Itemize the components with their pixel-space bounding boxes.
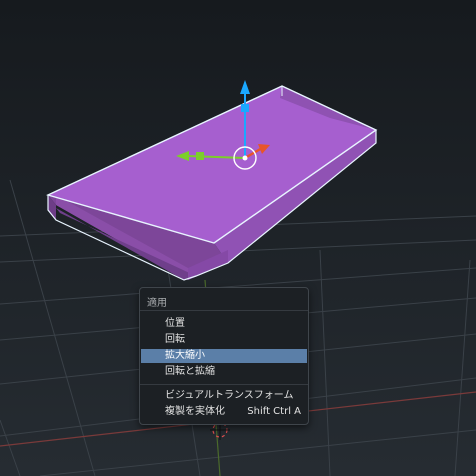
menu-item-make-instances-real[interactable]: 複製を実体化 Shift Ctrl A [141, 405, 307, 419]
menu-item-label: 回転 [165, 334, 185, 345]
menu-item-rotation-and-scale[interactable]: 回転と拡縮 [141, 365, 307, 379]
menu-item-scale[interactable]: 拡大縮小 [141, 349, 307, 363]
apply-context-menu: 適用 位置 回転 拡大縮小 回転と拡縮 ビジュアルトランスフォーム 複製を実体化… [139, 287, 309, 425]
menu-separator [140, 310, 308, 311]
menu-item-label: 回転と拡縮 [165, 366, 215, 377]
menu-item-shortcut: Shift Ctrl A [247, 406, 301, 417]
menu-item-label: ビジュアルトランスフォーム [165, 390, 294, 401]
menu-item-label: 複製を実体化 [165, 406, 225, 417]
z-plane-handle-icon [241, 104, 249, 112]
menu-item-visual-transform[interactable]: ビジュアルトランスフォーム [141, 389, 307, 403]
y-plane-handle-icon [196, 152, 204, 160]
menu-separator [140, 384, 308, 385]
menu-item-label: 位置 [165, 318, 185, 329]
menu-title: 適用 [147, 298, 167, 309]
menu-item-label: 拡大縮小 [165, 350, 205, 361]
menu-item-rotation[interactable]: 回転 [141, 333, 307, 347]
menu-item-location[interactable]: 位置 [141, 317, 307, 331]
